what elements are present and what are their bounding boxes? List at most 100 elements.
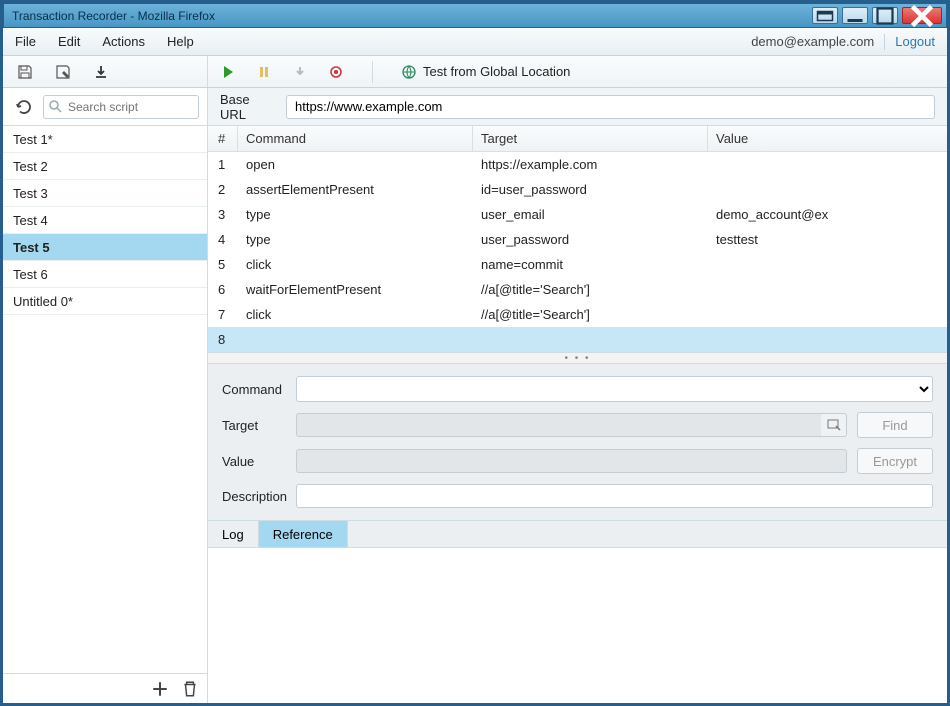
cell-num: 6 [208, 282, 238, 297]
cell-num: 7 [208, 307, 238, 322]
script-item[interactable]: Test 1* [3, 126, 207, 153]
cell-target: https://example.com [473, 157, 708, 172]
grid-row[interactable]: 1openhttps://example.com [208, 152, 947, 177]
window-title: Transaction Recorder - Mozilla Firefox [8, 9, 812, 23]
grid-row[interactable]: 8 [208, 327, 947, 352]
menu-help[interactable]: Help [167, 34, 194, 49]
grid-header: # Command Target Value [208, 126, 947, 152]
target-label: Target [222, 418, 296, 433]
user-email: demo@example.com [751, 34, 874, 49]
window-tray-button[interactable] [812, 7, 838, 24]
value-label: Value [222, 454, 296, 469]
base-url-label: Base URL [220, 92, 274, 122]
save-edit-icon[interactable] [55, 64, 71, 80]
cell-command: click [238, 307, 473, 322]
grid-row[interactable]: 7click//a[@title='Search'] [208, 302, 947, 327]
refresh-icon[interactable] [15, 98, 33, 116]
cell-command: type [238, 232, 473, 247]
cell-num: 2 [208, 182, 238, 197]
target-input[interactable] [296, 413, 824, 437]
script-item[interactable]: Test 5 [3, 234, 207, 261]
col-target-header[interactable]: Target [473, 126, 708, 151]
description-label: Description [222, 489, 296, 504]
cell-command: open [238, 157, 473, 172]
col-num-header[interactable]: # [208, 126, 238, 151]
window-close-button[interactable] [902, 7, 942, 24]
window-minimize-button[interactable] [842, 7, 868, 24]
cell-num: 3 [208, 207, 238, 222]
cell-value: demo_account@ex [708, 207, 947, 222]
logout-link[interactable]: Logout [895, 34, 935, 49]
search-icon [48, 99, 62, 113]
command-label: Command [222, 382, 296, 397]
bottom-tabs: Log Reference [208, 521, 947, 548]
main-panel: Base URL # Command Target Value 1openhtt… [208, 88, 947, 703]
cell-target: //a[@title='Search'] [473, 282, 708, 297]
script-item[interactable]: Untitled 0* [3, 288, 207, 315]
grid-row[interactable]: 2assertElementPresentid=user_password [208, 177, 947, 202]
cell-num: 5 [208, 257, 238, 272]
separator [884, 34, 885, 50]
encrypt-button[interactable]: Encrypt [857, 448, 933, 474]
target-picker-icon[interactable] [821, 413, 847, 437]
titlebar: Transaction Recorder - Mozilla Firefox [3, 3, 947, 28]
menu-edit[interactable]: Edit [58, 34, 80, 49]
cell-target: user_email [473, 207, 708, 222]
grid-row[interactable]: 3typeuser_emaildemo_account@ex [208, 202, 947, 227]
menu-actions[interactable]: Actions [102, 34, 145, 49]
download-icon[interactable] [93, 64, 109, 80]
cell-target: id=user_password [473, 182, 708, 197]
cell-command: click [238, 257, 473, 272]
command-grid: # Command Target Value 1openhttps://exam… [208, 126, 947, 352]
cell-num: 1 [208, 157, 238, 172]
cell-command: type [238, 207, 473, 222]
grid-row[interactable]: 5clickname=commit [208, 252, 947, 277]
play-icon[interactable] [220, 64, 236, 80]
window-maximize-button[interactable] [872, 7, 898, 24]
search-input[interactable] [43, 95, 199, 119]
globe-icon [401, 64, 417, 80]
cell-target: name=commit [473, 257, 708, 272]
window: Transaction Recorder - Mozilla Firefox F… [3, 3, 947, 703]
detail-panel: Command Target Find Value Encrypt Descri… [208, 364, 947, 521]
splitter[interactable]: • • • [208, 352, 947, 364]
sidebar: Test 1*Test 2Test 3Test 4Test 5Test 6Unt… [3, 88, 208, 703]
script-item[interactable]: Test 2 [3, 153, 207, 180]
grid-row[interactable]: 6waitForElementPresent//a[@title='Search… [208, 277, 947, 302]
save-icon[interactable] [17, 64, 33, 80]
cell-value: testtest [708, 232, 947, 247]
cell-target: user_password [473, 232, 708, 247]
record-icon[interactable] [328, 64, 344, 80]
separator [372, 61, 373, 83]
description-input[interactable] [296, 484, 933, 508]
add-script-button[interactable] [151, 680, 169, 698]
value-input[interactable] [296, 449, 847, 473]
reference-pane [208, 548, 947, 703]
titlebar-buttons [812, 7, 942, 24]
col-command-header[interactable]: Command [238, 126, 473, 151]
menubar: File Edit Actions Help demo@example.com … [3, 28, 947, 56]
step-icon[interactable] [292, 64, 308, 80]
tab-reference[interactable]: Reference [259, 521, 348, 547]
grid-row[interactable]: 4typeuser_passwordtesttest [208, 227, 947, 252]
menu-file[interactable]: File [15, 34, 36, 49]
cell-num: 4 [208, 232, 238, 247]
script-item[interactable]: Test 4 [3, 207, 207, 234]
script-item[interactable]: Test 3 [3, 180, 207, 207]
find-button[interactable]: Find [857, 412, 933, 438]
col-value-header[interactable]: Value [708, 126, 947, 151]
cell-num: 8 [208, 332, 238, 347]
tab-log[interactable]: Log [208, 521, 259, 547]
delete-script-button[interactable] [181, 680, 199, 698]
cell-target: //a[@title='Search'] [473, 307, 708, 322]
base-url-row: Base URL [208, 88, 947, 126]
base-url-input[interactable] [286, 95, 935, 119]
cell-command: waitForElementPresent [238, 282, 473, 297]
pause-icon[interactable] [256, 64, 272, 80]
test-global-button[interactable]: Test from Global Location [401, 64, 570, 80]
toolbar: Test from Global Location [3, 56, 947, 88]
test-global-label: Test from Global Location [423, 64, 570, 79]
content: Test 1*Test 2Test 3Test 4Test 5Test 6Unt… [3, 88, 947, 703]
script-item[interactable]: Test 6 [3, 261, 207, 288]
command-select[interactable] [296, 376, 933, 402]
